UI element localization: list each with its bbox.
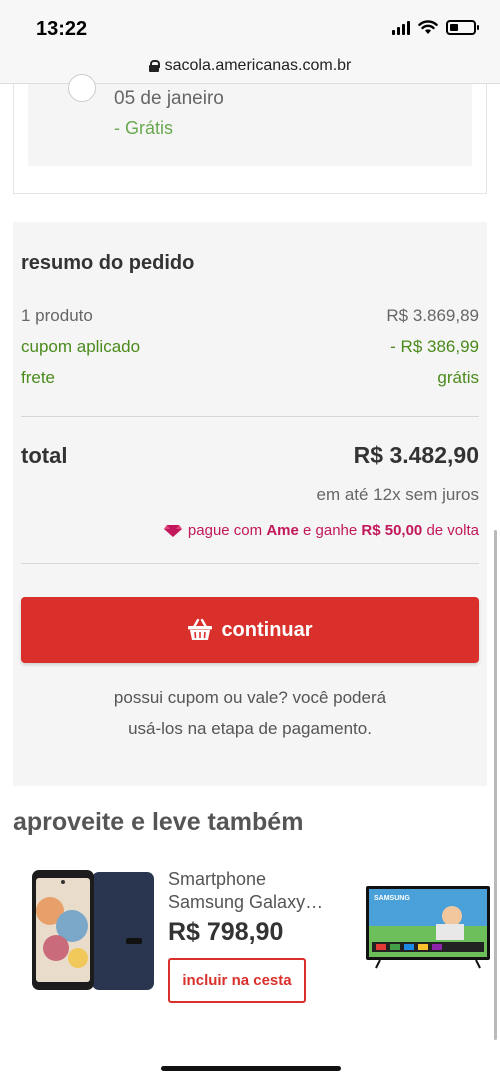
order-summary: resumo do pedido 1 produto R$ 3.869,89 c…: [13, 222, 487, 786]
continue-label: continuar: [221, 618, 313, 641]
delivery-date: 05 de janeiro: [114, 88, 224, 109]
lock-icon: [148, 59, 160, 72]
tv-image[interactable]: SAMSUNG: [366, 886, 490, 970]
delivery-options: 05 de janeiro - Grátis: [13, 74, 487, 194]
total-label: total: [21, 443, 68, 468]
total-value: R$ 3.482,90: [353, 442, 479, 468]
delivery-price: - Grátis: [114, 118, 174, 138]
wifi-icon: [418, 20, 438, 34]
coupon-row: cupom aplicado - R$ 386,99: [21, 337, 479, 357]
coupon-label: cupom aplicado: [21, 337, 141, 356]
total-row: total R$ 3.482,90: [21, 442, 479, 469]
delivery-option[interactable]: 05 de janeiro - Grátis: [28, 74, 472, 166]
url-text: sacola.americanas.com.br: [164, 56, 352, 74]
ame-amount: R$ 50,00: [361, 522, 423, 539]
products-label: 1 produto: [21, 306, 93, 325]
installments-text: em até 12x sem juros: [316, 485, 479, 504]
shipping-value: grátis: [437, 368, 479, 387]
ame-prefix: pague com: [187, 522, 267, 539]
divider: [21, 563, 479, 564]
ame-suffix: de volta: [422, 522, 479, 539]
product-price: R$ 798,90: [168, 918, 284, 946]
ame-middle: e ganhe: [298, 522, 362, 539]
battery-icon: [446, 20, 479, 35]
delivery-radio[interactable]: [68, 74, 96, 102]
products-row: 1 produto R$ 3.869,89: [21, 306, 479, 326]
scrollbar[interactable]: [494, 530, 497, 1040]
divider: [21, 416, 479, 417]
summary-title: resumo do pedido: [21, 252, 195, 274]
basket-icon: [188, 618, 213, 640]
status-icons: [392, 20, 479, 35]
tv-brand: SAMSUNG: [374, 895, 410, 902]
smartphone-image: [32, 870, 154, 990]
home-indicator[interactable]: [161, 1066, 341, 1071]
shipping-row: frete grátis: [21, 368, 479, 388]
coupon-value: - R$ 386,99: [390, 337, 479, 356]
coupon-note-line1: possui cupom ou vale? você poderá: [113, 688, 387, 707]
status-time: 13:22: [36, 18, 88, 40]
add-to-basket-button[interactable]: incluir na cesta: [168, 958, 306, 1003]
recommendations-title: aproveite e leve também: [13, 808, 304, 836]
ame-brand: Ame: [266, 522, 299, 539]
ame-gem-icon: [163, 524, 182, 537]
coupon-note: possui cupom ou vale? você poderá usá-lo…: [21, 682, 479, 744]
cellular-signal-icon: [392, 20, 410, 35]
products-value: R$ 3.869,89: [386, 306, 479, 325]
product-name: Smartphone Samsung Galaxy…: [168, 869, 324, 912]
status-bar: 13:22: [0, 0, 500, 48]
shipping-label: frete: [21, 368, 56, 387]
battery-level: [450, 24, 458, 31]
continue-button[interactable]: continuar: [21, 597, 479, 663]
coupon-note-line2: usá-los na etapa de pagamento.: [128, 719, 372, 738]
product-card[interactable]: Smartphone Samsung Galaxy… R$ 798,90 inc…: [30, 862, 340, 1003]
ame-cashback[interactable]: pague com Ame e ganhe R$ 50,00 de volta: [163, 522, 479, 539]
